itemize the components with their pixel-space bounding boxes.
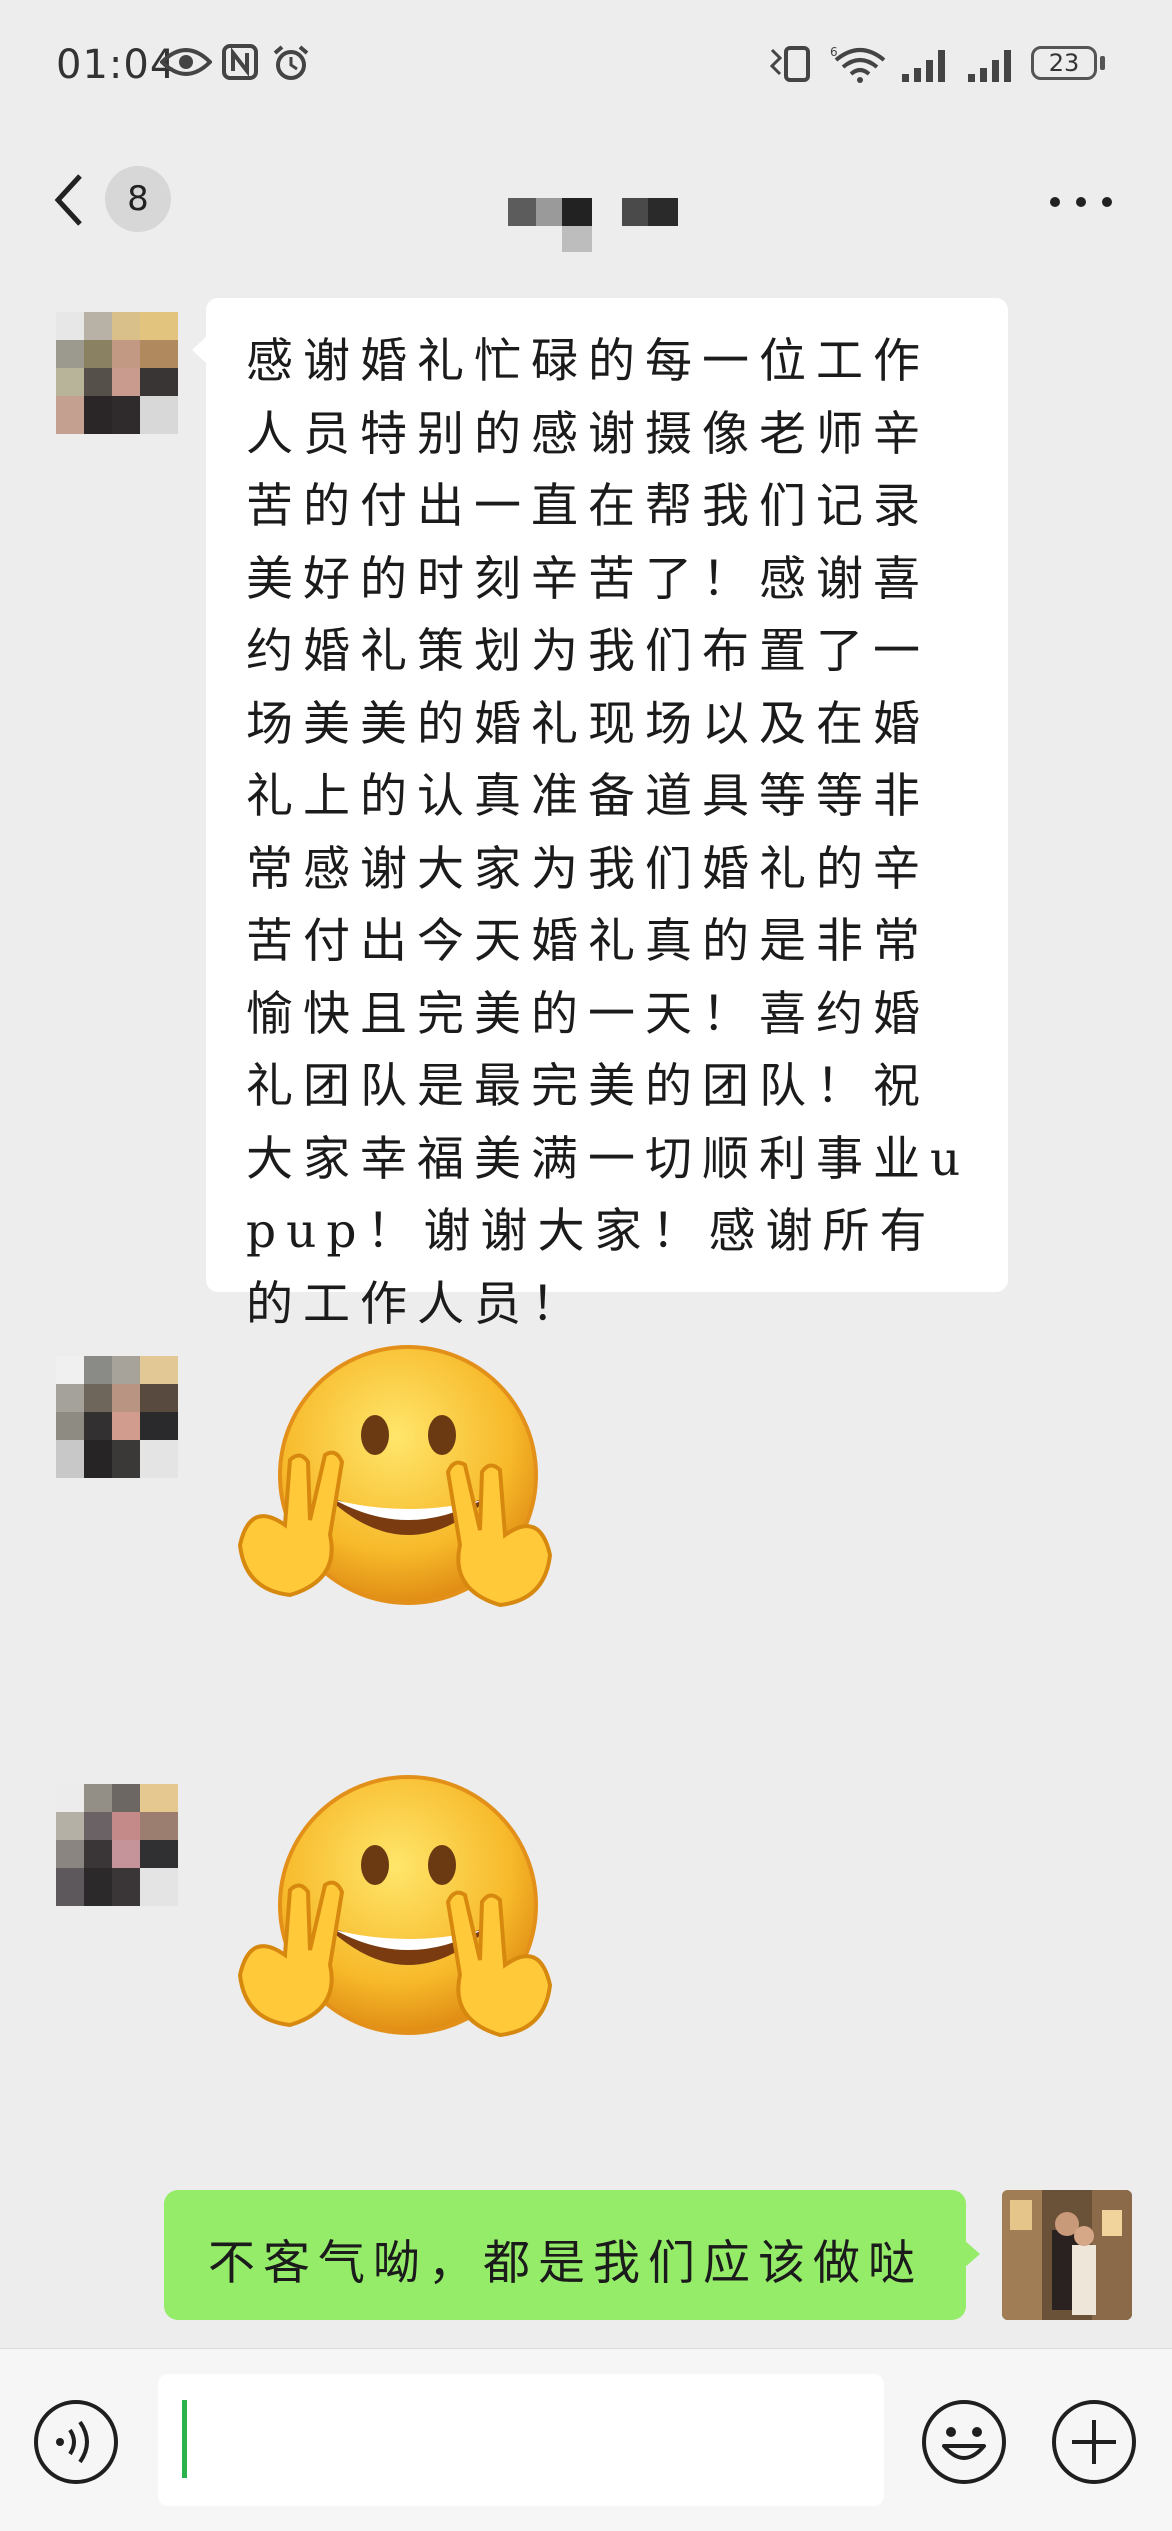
grin-peace-emoji[interactable] xyxy=(230,1770,560,2060)
message-input[interactable] xyxy=(158,2374,884,2506)
avatar-image xyxy=(56,312,178,434)
more-dots-icon[interactable] xyxy=(1048,195,1114,209)
self-avatar[interactable] xyxy=(1002,2190,1132,2320)
avatar-image xyxy=(56,1356,178,1478)
battery-tip xyxy=(1100,56,1105,70)
bubble-tail xyxy=(192,336,207,364)
vibrate-icon xyxy=(769,46,810,82)
unread-count-badge[interactable]: 8 xyxy=(105,166,171,232)
svg-text:6: 6 xyxy=(830,45,838,59)
signal-icon xyxy=(968,50,1011,82)
text-cursor xyxy=(182,2400,187,2478)
avatar-image xyxy=(1002,2190,1132,2320)
emoji-icon[interactable] xyxy=(920,2398,1008,2486)
message-text: 感谢婚礼忙碌的每一位工作人员特别的感谢摄像老师辛苦的付出一直在帮我们记录美好的时… xyxy=(246,334,971,1332)
battery-level: 23 xyxy=(1048,49,1080,77)
eye-icon xyxy=(160,48,212,76)
status-time: 01:04 xyxy=(56,42,177,88)
voice-icon[interactable] xyxy=(32,2398,120,2486)
chevron-left-icon[interactable] xyxy=(48,170,88,230)
message-text: 不客气呦，都是我们应该做哒 xyxy=(208,2236,923,2291)
outgoing-message-bubble[interactable]: 不客气呦，都是我们应该做哒 xyxy=(164,2190,966,2320)
contact-avatar[interactable] xyxy=(56,1356,178,1478)
avatar-image xyxy=(56,1784,178,1906)
battery-icon: 23 xyxy=(1031,46,1097,80)
status-bar: 01:04 6 23 xyxy=(0,0,1172,130)
wifi-6-icon: 6 xyxy=(830,45,886,83)
plus-circle-icon[interactable] xyxy=(1050,2398,1138,2486)
incoming-message-bubble[interactable]: 感谢婚礼忙碌的每一位工作人员特别的感谢摄像老师辛苦的付出一直在帮我们记录美好的时… xyxy=(206,298,1008,1332)
bubble-tail xyxy=(964,2240,980,2268)
chat-title-obscured xyxy=(508,198,678,252)
nfc-icon xyxy=(222,44,258,80)
alarm-icon xyxy=(273,45,309,80)
signal-icon xyxy=(902,50,945,82)
contact-avatar[interactable] xyxy=(56,1784,178,1906)
grin-peace-emoji[interactable] xyxy=(230,1340,560,1630)
contact-avatar[interactable] xyxy=(56,312,178,434)
